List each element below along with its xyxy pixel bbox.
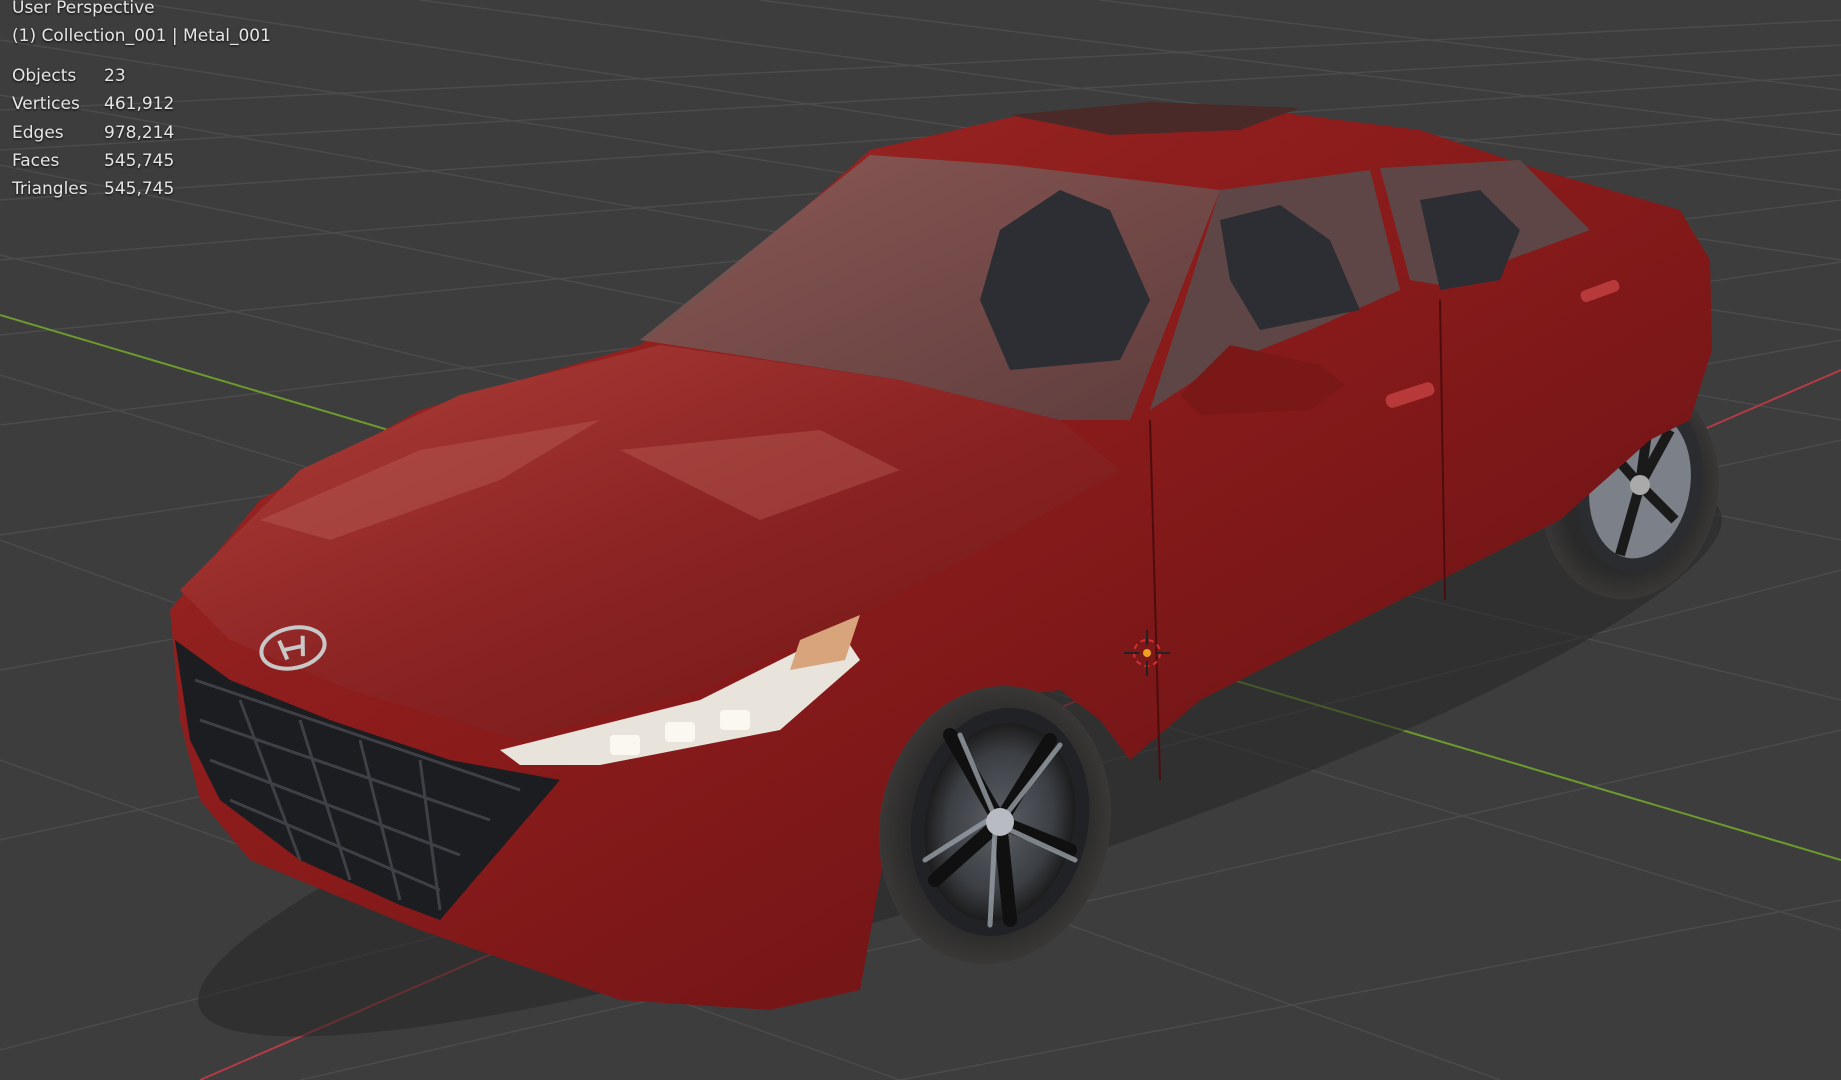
stat-value: 545,745 [104,151,175,172]
stat-label: Triangles [12,179,88,200]
view-name: User Perspective [12,0,155,18]
stat-row-edges: Edges 978,214 [12,119,174,147]
stat-value: 23 [104,66,126,87]
viewport-scene[interactable] [0,0,1841,1080]
stat-row-triangles: Triangles 545,745 [12,175,174,203]
3d-viewport[interactable]: User Perspective (1) Collection_001 | Me… [0,0,1841,1080]
stat-value: 545,745 [104,179,175,200]
stat-label: Faces [12,151,60,172]
viewport-text-overlay: User Perspective (1) Collection_001 | Me… [12,0,271,203]
stat-label: Edges [12,122,64,143]
stat-row-vertices: Vertices 461,912 [12,90,174,118]
stat-value: 978,214 [104,122,175,143]
stat-value: 461,912 [104,94,175,115]
stat-row-objects: Objects 23 [12,62,174,90]
scene-statistics: Objects 23 Vertices 461,912 Edges 978,21… [12,62,174,203]
active-object-info: (1) Collection_001 | Metal_001 [12,26,271,46]
stat-row-faces: Faces 545,745 [12,147,174,175]
stat-label: Vertices [12,94,80,115]
3d-cursor-icon[interactable] [1122,628,1172,678]
stat-label: Objects [12,66,77,87]
